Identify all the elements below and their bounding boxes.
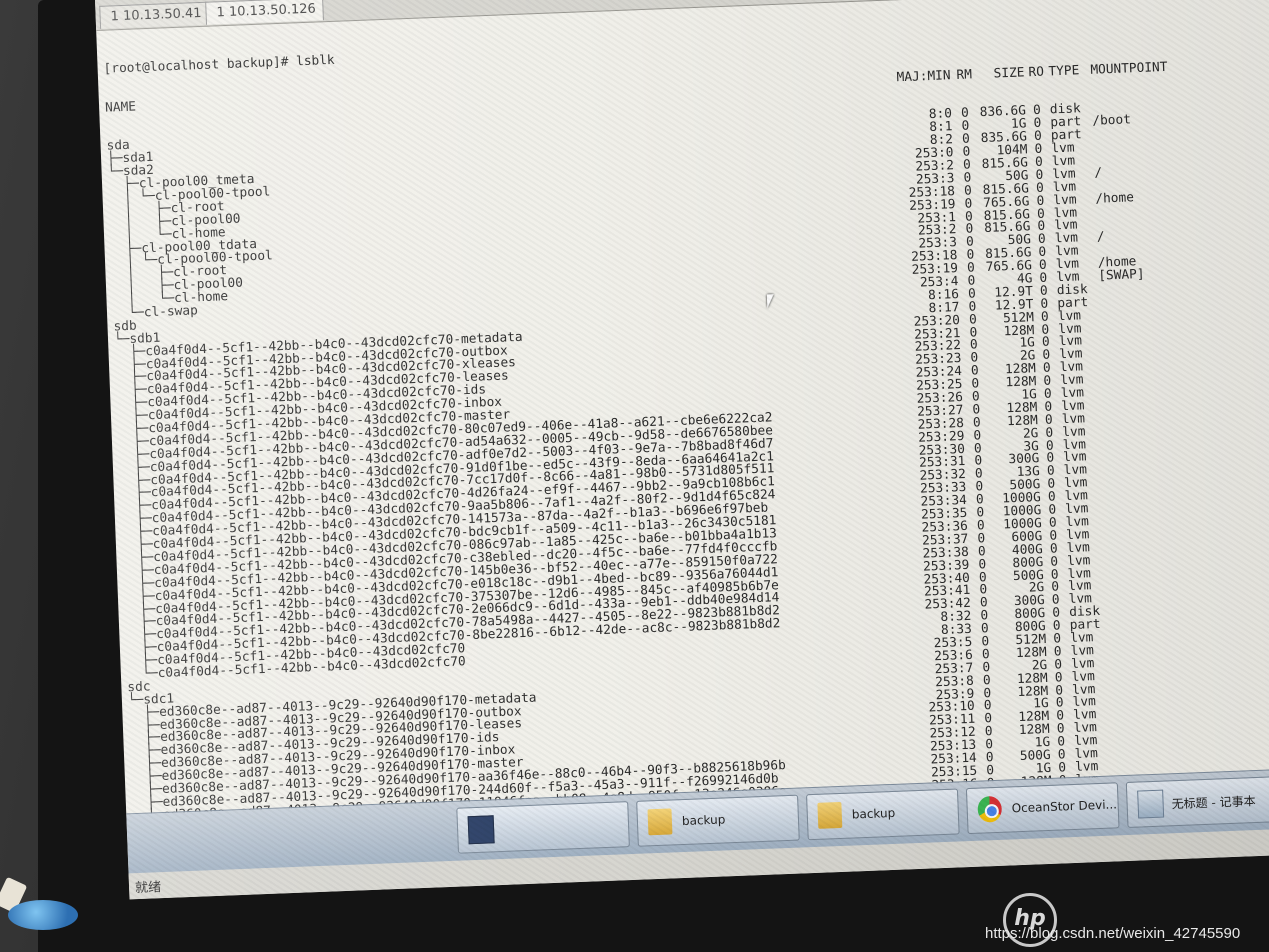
- mouse-cursor-icon: [766, 294, 775, 309]
- terminal-output[interactable]: [root@localhost backup]# lsblk NAME MAJ:…: [102, 0, 1269, 900]
- notepad-icon: [1137, 789, 1165, 819]
- folder-icon: [817, 801, 843, 829]
- windows-start-icon[interactable]: [8, 900, 78, 930]
- watermark: https://blog.csdn.net/weixin_42745590: [985, 925, 1241, 942]
- taskbar-item-backup-2[interactable]: backup: [806, 788, 960, 841]
- monitor-screen: 1 10.13.50.41 1 10.13.50.126 [root@local…: [95, 0, 1269, 900]
- row-mountpoint: /: [1094, 165, 1103, 181]
- taskbar-item-chrome[interactable]: OceanStor Devi...: [965, 782, 1120, 835]
- folder-icon: [647, 808, 673, 836]
- taskbar-item-backup-1[interactable]: backup: [636, 794, 800, 847]
- header-mountpoint: MOUNTPOINT: [1090, 59, 1168, 78]
- header-name: NAME: [104, 99, 137, 116]
- terminal-icon: [467, 815, 495, 845]
- photo-scene: 1 10.13.50.41 1 10.13.50.126 [root@local…: [0, 0, 1269, 952]
- taskbar-item-terminal[interactable]: [456, 801, 630, 854]
- header-rm: RM: [956, 67, 973, 83]
- chrome-icon: [977, 795, 1003, 823]
- header-ro: RO: [1028, 64, 1045, 80]
- status-text: 就绪: [134, 880, 162, 897]
- taskbar-item-notepad[interactable]: 无标题 - 记事本: [1125, 776, 1269, 828]
- header-type: TYPE: [1048, 62, 1080, 80]
- header-majmin: MAJ:MIN: [896, 67, 951, 85]
- row-mountpoint: /: [1096, 229, 1105, 246]
- header-size: SIZE: [993, 65, 1025, 82]
- session-tab-2[interactable]: 1 10.13.50.126: [205, 0, 324, 25]
- session-tab-1[interactable]: 1 10.13.50.41: [99, 1, 215, 29]
